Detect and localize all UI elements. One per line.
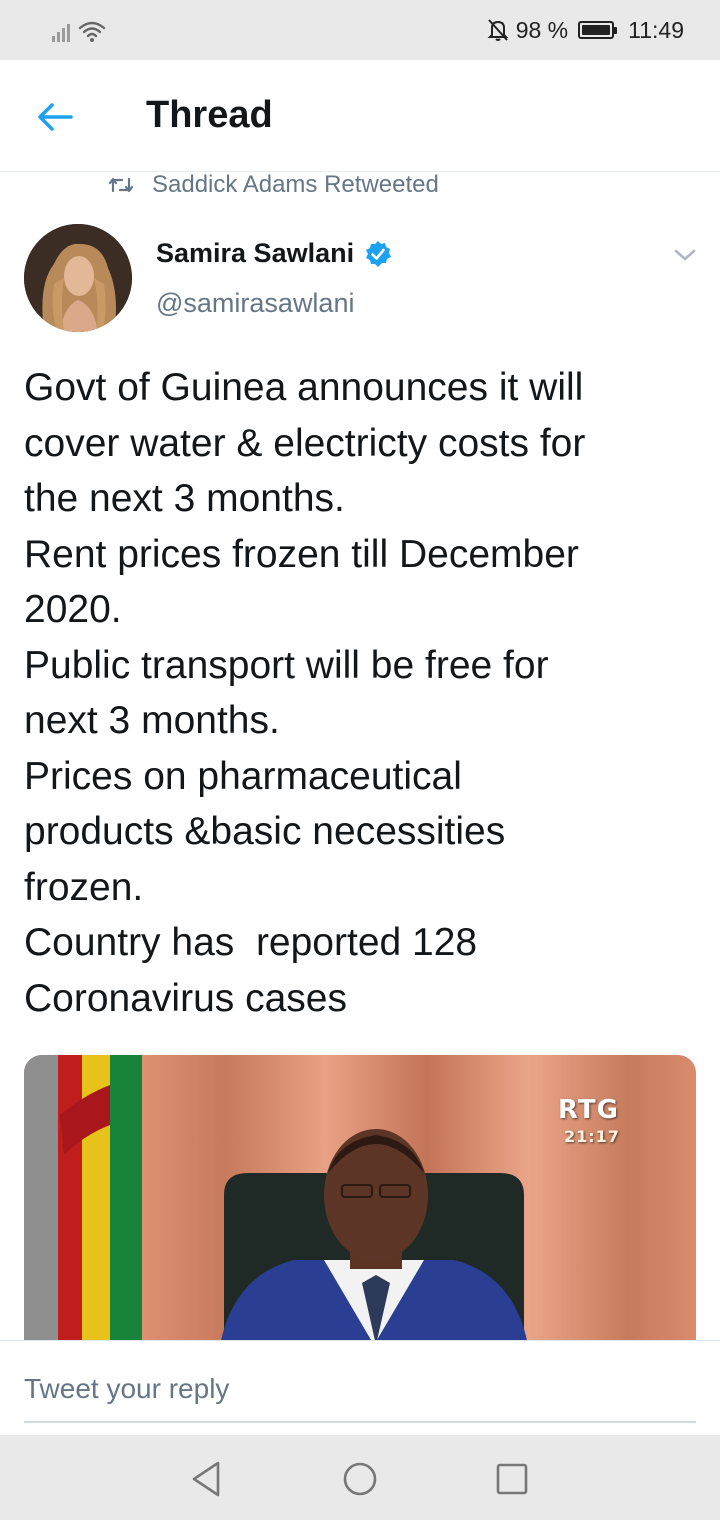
home-circle-icon[interactable] [338,1457,382,1501]
tweet-text-line: Public transport will be free for [24,643,549,687]
reply-input[interactable]: Tweet your reply [24,1357,696,1423]
status-time: 11:49 [628,16,684,43]
tweet-text-line: Country has reported 128 [24,921,478,964]
retweet-context[interactable]: Saddick Adams Retweeted [108,170,439,200]
chevron-down-icon[interactable] [670,242,700,268]
header: Thread [0,60,720,172]
tweet-text-line: Rent prices frozen till December [24,532,579,576]
arrow-left-icon [38,103,73,131]
tweet-text-line: next 3 months. [24,699,280,742]
channel-logo: RTG [558,1095,619,1125]
author-name-row[interactable]: Samira Sawlani [156,238,392,269]
author-handle[interactable]: @samirasawlani [156,288,354,319]
page-title: Thread [146,94,273,136]
mute-icon [487,19,509,41]
avatar[interactable] [24,224,132,332]
channel-timestamp: 21:17 [564,1127,620,1146]
tweet-text-line: Coronavirus cases [24,976,347,1020]
battery-percent: 98 % [515,16,569,43]
tweet-text-line: 2020. [24,588,122,631]
tweet-text-line: the next 3 months. [24,477,345,520]
tweet-text: Govt of Guinea announces it will cover wa… [24,360,704,1026]
wifi-icon [78,21,106,38]
battery-icon [578,21,618,39]
back-button[interactable] [30,94,80,140]
tweet-text-line: frozen. [24,865,144,909]
battery-level [582,25,610,35]
retweet-icon [108,177,134,193]
avatar-image [24,224,132,332]
tweet-text-line: cover water & electricty costs for [24,421,586,465]
back-triangle-icon[interactable] [186,1457,230,1501]
tweet-text-line: Prices on pharmaceutical [24,754,462,798]
recents-square-icon[interactable] [490,1457,534,1501]
tweet-text-line: products &basic necessities [24,810,506,853]
verified-badge-icon [366,240,392,267]
author-name: Samira Sawlani [156,238,355,268]
tweet-media[interactable]: RTG 21:17 [24,1055,696,1345]
tweet-text-line: Govt of Guinea announces it will [24,366,584,409]
reply-bar: Tweet your reply [0,1340,720,1435]
retweet-context-text: Saddick Adams Retweeted [152,171,439,198]
status-bar: 98 % 11:49 [0,0,720,60]
signal-icon [52,21,106,42]
system-nav-bar [0,1435,720,1520]
